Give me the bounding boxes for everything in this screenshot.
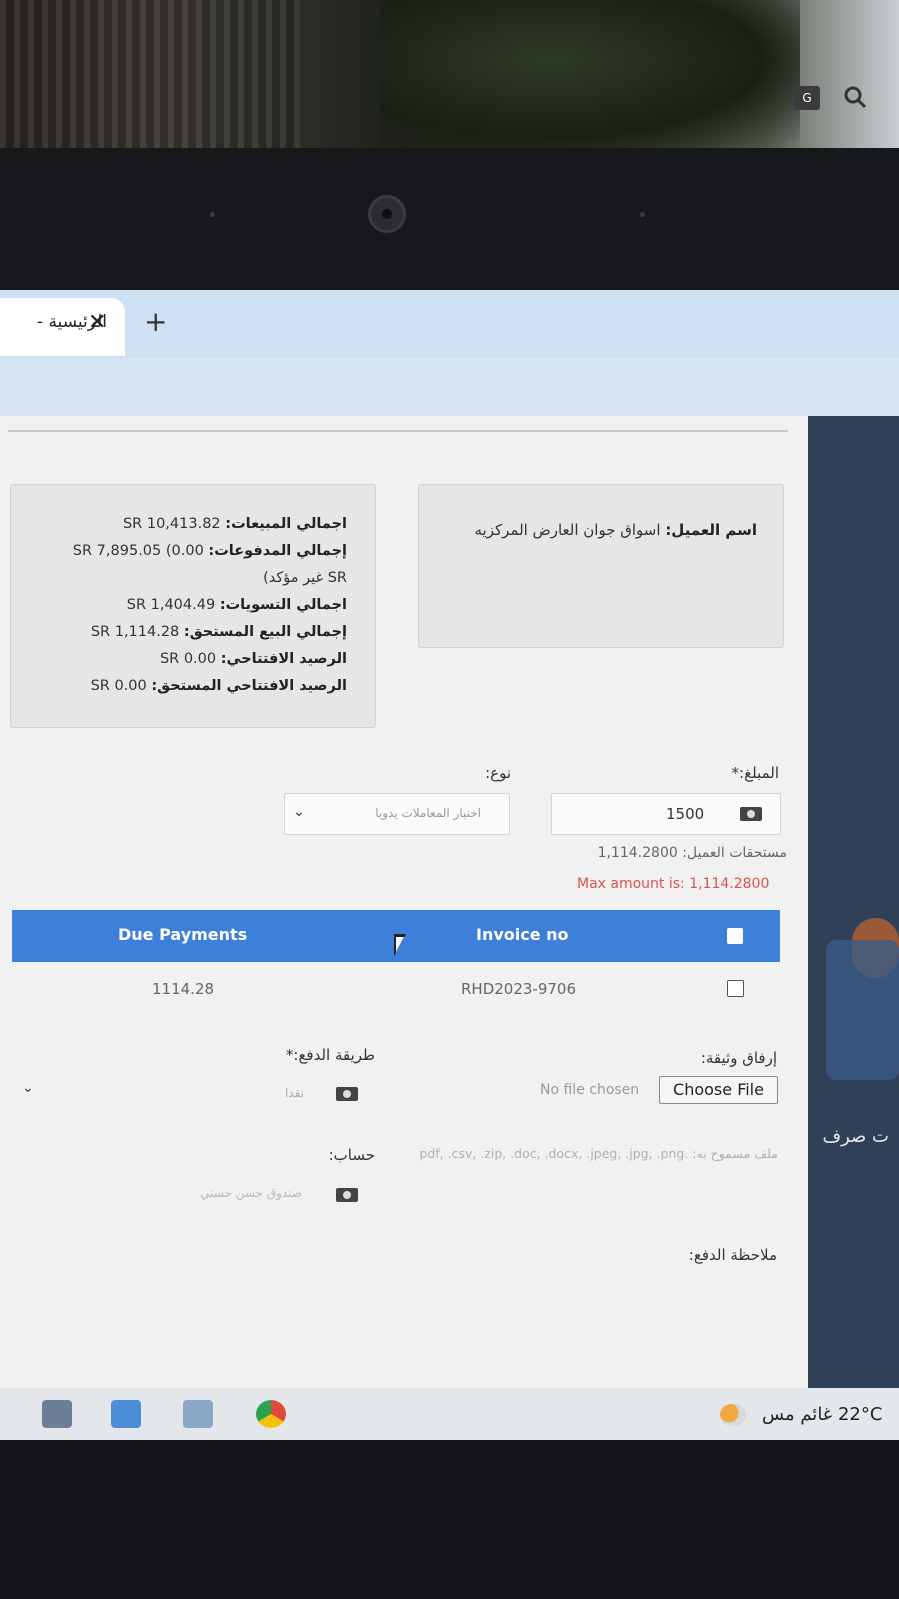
amount-value: 1500 — [666, 805, 705, 823]
tab-home[interactable]: الرئيسية - ✕ — [0, 298, 125, 356]
total-payments-label: إجمالي المدفوعات: — [208, 543, 347, 559]
store-icon[interactable] — [183, 1400, 213, 1428]
sidebar-card — [826, 940, 899, 1080]
amount-label: المبلغ:* — [731, 764, 779, 782]
payment-method-value: نقدا — [284, 1086, 304, 1100]
translate-icon[interactable]: G — [794, 86, 820, 110]
total-sales-label: اجمالي المبيعات: — [225, 516, 347, 532]
customer-name: اسم العميل: اسواق جوان العارض المركزيه — [457, 515, 757, 545]
background-plant — [380, 0, 800, 150]
mouse-cursor — [394, 934, 406, 956]
weather-text[interactable]: 22°C غائم مس — [762, 1404, 882, 1425]
totals-card: اجمالي المبيعات: SR 10,413.82 إجمالي الم… — [10, 484, 376, 728]
opening-due-label: الرصيد الافتتاحي المستحق: — [151, 678, 347, 694]
chrome-icon[interactable] — [256, 1400, 286, 1428]
weather-value: 22°C غائم — [800, 1404, 883, 1425]
laptop-bezel — [0, 148, 899, 298]
tab-bar: الرئيسية - ✕ + — [0, 290, 899, 358]
chevron-down-icon: ⌄ — [22, 1080, 34, 1096]
file-hint: ملف مسموح به: .pdf, .csv, .zip, .doc, .d… — [419, 1146, 778, 1161]
column-due-payments: Due Payments — [118, 925, 248, 944]
money-icon — [336, 1188, 358, 1202]
money-icon — [740, 807, 762, 821]
sidebar-item-expense[interactable]: ت صرف — [822, 1126, 889, 1147]
account-label: حساب: — [328, 1146, 375, 1164]
due-payment-cell: 1114.28 — [152, 980, 215, 998]
laptop-bottom-bezel — [0, 1440, 899, 1599]
close-icon[interactable]: ✕ — [88, 310, 106, 335]
browser-toolbar — [0, 358, 899, 416]
new-tab-button[interactable]: + — [144, 308, 167, 336]
total-payments-row: إجمالي المدفوعات: SR 7,895.05 (0.00 — [27, 538, 347, 565]
customer-card: اسم العميل: اسواق جوان العارض المركزيه — [418, 484, 784, 648]
totals-list: اجمالي المبيعات: SR 10,413.82 إجمالي الم… — [27, 511, 347, 700]
type-placeholder: اختيار المعاملات يدويا — [375, 806, 481, 820]
chevron-down-icon: ⌄ — [293, 804, 305, 820]
type-select[interactable]: اختيار المعاملات يدويا ⌄ — [284, 793, 510, 835]
total-settlements-label: اجمالي التسويات: — [219, 597, 347, 613]
customer-dues: مستحقات العميل: 1,114.2800 — [598, 845, 787, 861]
total-due-label: إجمالي البيع المستحق: — [183, 624, 347, 640]
account-select[interactable]: صندوق حسن حسني — [14, 1176, 380, 1216]
no-file-text: No file chosen — [540, 1082, 640, 1098]
total-sales-value: SR 10,413.82 — [122, 516, 221, 532]
webcam — [368, 195, 406, 233]
max-amount-error: Max amount is: 1,114.2800 — [577, 876, 770, 892]
payment-method-select[interactable]: نقدا ⌄ — [14, 1074, 380, 1114]
attach-label: إرفاق وثيقة: — [700, 1049, 777, 1067]
amount-field[interactable]: 1500 — [551, 793, 781, 835]
weather-icon — [720, 1404, 746, 1426]
total-payments-value: SR 7,895.05 (0.00 — [72, 543, 204, 559]
file-explorer-icon[interactable] — [42, 1400, 72, 1428]
total-sales-row: اجمالي المبيعات: SR 10,413.82 — [27, 511, 347, 538]
total-settlements-row: اجمالي التسويات: SR 1,404.49 — [27, 592, 347, 619]
account-value: صندوق حسن حسني — [200, 1186, 302, 1200]
opening-balance-row: الرصيد الافتتاحي: SR 0.00 — [27, 646, 347, 673]
column-invoice-no: Invoice no — [476, 925, 569, 944]
total-due-value: SR 1,114.28 — [90, 624, 180, 640]
customer-name-label: اسم العميل: — [665, 521, 757, 539]
invoice-no-cell: RHD2023-9706 — [461, 980, 577, 998]
bezel-dot — [640, 212, 645, 217]
payment-method-label: طريقة الدفع:* — [285, 1046, 375, 1064]
weather-suffix: مس — [762, 1404, 795, 1425]
total-settlements-value: SR 1,404.49 — [126, 597, 216, 613]
customer-dues-label: مستحقات العميل: — [682, 845, 787, 861]
file-input[interactable]: No file chosen Choose File — [540, 1076, 778, 1104]
customer-dues-value: 1,114.2800 — [597, 845, 678, 861]
opening-balance-label: الرصيد الافتتاحي: — [220, 651, 347, 667]
choose-file-button[interactable]: Choose File — [659, 1076, 778, 1104]
money-icon — [336, 1087, 358, 1101]
payment-note-label: ملاحظة الدفع: — [688, 1246, 777, 1264]
select-all-checkbox[interactable] — [727, 928, 743, 944]
bezel-dot — [210, 212, 215, 217]
divider — [8, 430, 788, 432]
type-label: نوع: — [485, 764, 511, 782]
background-blinds — [0, 0, 300, 150]
background-photo — [0, 0, 899, 150]
total-payments-unconfirmed: SR غير مؤكد) — [263, 570, 347, 586]
mail-icon[interactable] — [111, 1400, 141, 1428]
row-checkbox[interactable] — [727, 980, 744, 997]
total-due-row: إجمالي البيع المستحق: SR 1,114.28 — [27, 619, 347, 646]
search-icon[interactable] — [842, 84, 868, 110]
opening-due-row: الرصيد الافتتاحي المستحق: SR 0.00 — [27, 673, 347, 700]
opening-balance-value: SR 0.00 — [159, 651, 217, 667]
customer-name-value: اسواق جوان العارض المركزيه — [474, 521, 661, 539]
opening-due-value: SR 0.00 — [90, 678, 147, 694]
